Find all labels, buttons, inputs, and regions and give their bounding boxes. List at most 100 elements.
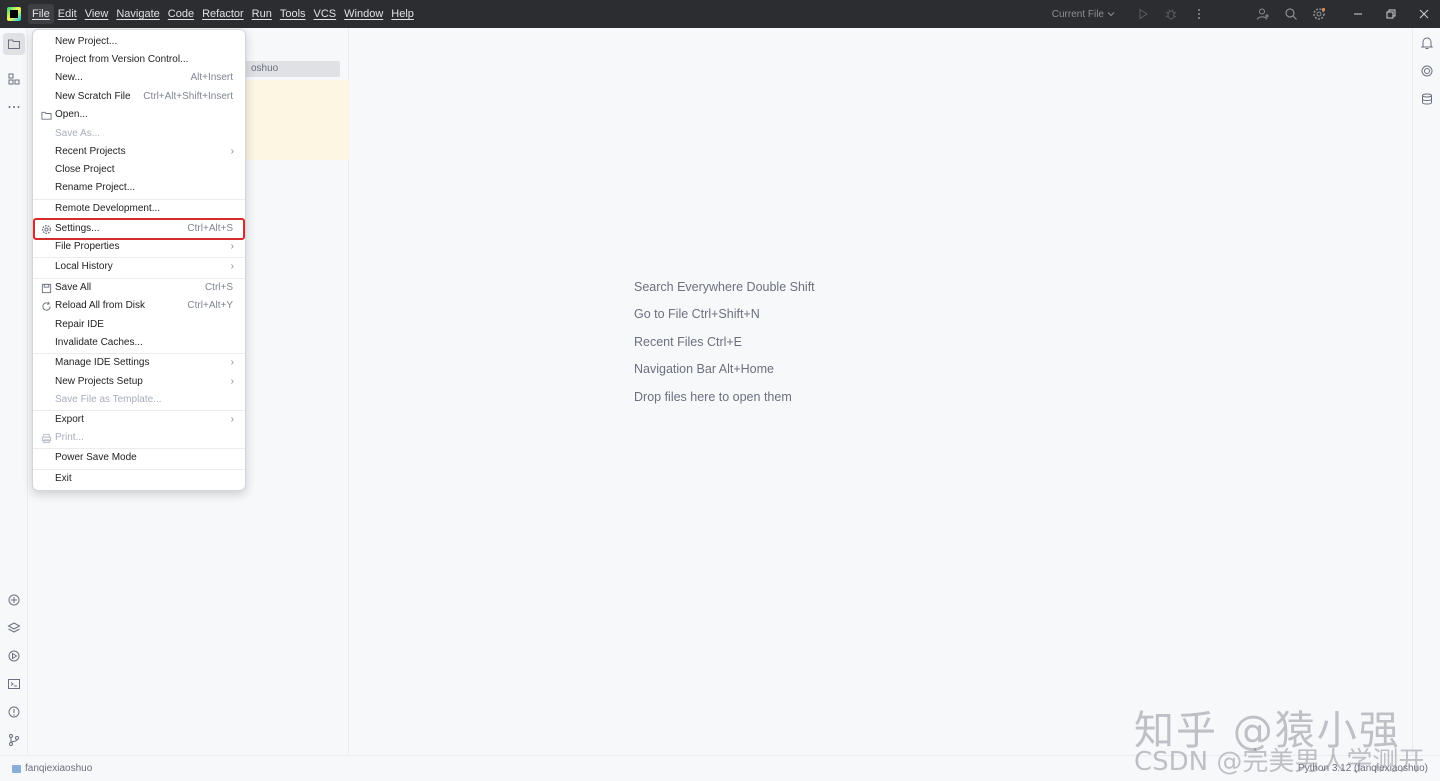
- app-logo[interactable]: [0, 0, 28, 28]
- chevron-right-icon: ›: [230, 414, 234, 425]
- more-actions-button[interactable]: [1185, 0, 1213, 28]
- chevron-right-icon: ›: [230, 146, 234, 157]
- minimize-icon: [1353, 13, 1362, 15]
- problems-tool-button[interactable]: [3, 701, 25, 723]
- project-folder-icon: [12, 764, 21, 773]
- run-configuration-selector[interactable]: Current File: [1052, 9, 1115, 20]
- left-tool-window-bar: [0, 28, 28, 755]
- structure-tool-button[interactable]: [3, 68, 25, 90]
- menu-item-power-save-mode[interactable]: Power Save Mode: [35, 449, 243, 467]
- menu-item-project-from-vcs[interactable]: Project from Version Control...: [35, 51, 243, 69]
- menu-window[interactable]: Window: [340, 4, 387, 24]
- close-window-button[interactable]: [1407, 0, 1440, 28]
- status-project-widget[interactable]: fanqiexiaoshuo: [12, 763, 92, 774]
- chevron-down-icon: [1107, 12, 1115, 17]
- gear-icon: [1313, 7, 1326, 20]
- menu-item-invalidate-caches[interactable]: Invalidate Caches...: [35, 334, 243, 352]
- search-icon: [1285, 8, 1297, 20]
- person-add-icon: [1257, 8, 1269, 20]
- main-menu-bar: File Edit View Navigate Code Refactor Ru…: [28, 0, 418, 28]
- git-tool-button[interactable]: [3, 729, 25, 751]
- menu-item-local-history[interactable]: Local History ›: [35, 258, 243, 276]
- structure-icon: [8, 73, 20, 85]
- warning-circle-icon: [8, 706, 20, 718]
- menu-item-remote-development[interactable]: Remote Development...: [35, 200, 243, 218]
- menu-refactor[interactable]: Refactor: [198, 4, 248, 24]
- layers-icon: [7, 622, 21, 633]
- database-tool-button[interactable]: [1416, 88, 1438, 110]
- debug-button[interactable]: [1157, 0, 1185, 28]
- shortcut-new: Alt+Insert: [190, 72, 233, 83]
- hint-drop-files: Drop files here to open them: [634, 390, 792, 404]
- ai-assistant-button[interactable]: [1416, 60, 1438, 82]
- folder-icon: [8, 39, 20, 49]
- minimize-button[interactable]: [1341, 0, 1374, 28]
- menu-code[interactable]: Code: [164, 4, 198, 24]
- menu-item-settings[interactable]: Settings... Ctrl+Alt+S: [33, 218, 245, 240]
- menu-help[interactable]: Help: [387, 4, 418, 24]
- menu-item-export[interactable]: Export ›: [35, 411, 243, 429]
- python-packages-button[interactable]: [3, 589, 25, 611]
- project-tool-button[interactable]: [3, 33, 25, 55]
- shortcut-settings: Ctrl+Alt+S: [187, 223, 233, 234]
- menu-item-manage-ide-settings[interactable]: Manage IDE Settings ›: [35, 354, 243, 372]
- services-tool-button[interactable]: [3, 645, 25, 667]
- editor-area: Search Everywhere Double Shift Go to Fil…: [350, 28, 1412, 755]
- menu-item-exit[interactable]: Exit: [35, 470, 243, 488]
- chevron-right-icon: ›: [230, 357, 234, 368]
- run-button[interactable]: [1129, 0, 1157, 28]
- right-tool-window-bar: [1412, 28, 1440, 755]
- menu-item-save-as: Save As...: [55, 128, 101, 139]
- run-configuration-label: Current File: [1051, 8, 1104, 20]
- menu-item-open[interactable]: Open...: [35, 106, 243, 124]
- menu-file[interactable]: File: [28, 4, 54, 24]
- menu-item-close-project[interactable]: Close Project: [35, 161, 243, 179]
- python-icon: [8, 594, 20, 606]
- layers-tool-button[interactable]: [3, 617, 25, 639]
- ide-settings-button[interactable]: [1305, 0, 1333, 28]
- hint-navigation-bar: Navigation Bar Alt+Home: [634, 362, 775, 376]
- printer-icon: [40, 432, 52, 444]
- menu-item-new-scratch-file[interactable]: New Scratch File Ctrl+Alt+Shift+Insert: [35, 88, 243, 106]
- menu-item-rename-project[interactable]: Rename Project...: [35, 179, 243, 197]
- notifications-button[interactable]: [1416, 32, 1438, 54]
- menu-item-recent-projects[interactable]: Recent Projects ›: [35, 143, 243, 161]
- terminal-tool-button[interactable]: [3, 673, 25, 695]
- database-icon: [1422, 93, 1432, 105]
- git-branch-icon: [9, 734, 19, 746]
- hint-search-everywhere: Search Everywhere Double Shift: [634, 280, 815, 294]
- menu-item-new-projects-setup[interactable]: New Projects Setup ›: [35, 373, 243, 391]
- close-icon: [1419, 9, 1428, 19]
- run-circle-icon: [8, 650, 20, 662]
- restore-button[interactable]: [1374, 0, 1407, 28]
- menu-item-file-properties[interactable]: File Properties ›: [35, 238, 243, 256]
- play-icon: [1139, 8, 1148, 20]
- code-with-me-button[interactable]: [1249, 0, 1277, 28]
- project-tree-root[interactable]: oshuo: [239, 61, 340, 77]
- more-tool-windows-button[interactable]: [3, 96, 25, 118]
- more-vertical-icon: [1198, 9, 1200, 19]
- menu-vcs[interactable]: VCS: [310, 4, 341, 24]
- watermark-csdn: CSDN @完美男人学测开: [1134, 747, 1425, 777]
- menu-item-new-project[interactable]: New Project...: [35, 33, 243, 51]
- menu-tools[interactable]: Tools: [276, 4, 310, 24]
- refresh-icon: [40, 300, 52, 312]
- menu-item-repair-ide[interactable]: Repair IDE: [35, 316, 243, 334]
- menu-item-new[interactable]: New... Alt+Insert: [35, 69, 243, 87]
- file-menu-popup: New Project... Project from Version Cont…: [32, 29, 246, 491]
- title-bar: File Edit View Navigate Code Refactor Ru…: [0, 0, 1440, 28]
- menu-item-reload-all-from-disk[interactable]: Reload All from Disk Ctrl+Alt+Y: [35, 297, 243, 315]
- menu-edit[interactable]: Edit: [54, 4, 81, 24]
- spiral-icon: [1421, 65, 1433, 77]
- save-icon: [40, 282, 52, 294]
- chevron-right-icon: ›: [230, 376, 234, 387]
- menu-run[interactable]: Run: [248, 4, 276, 24]
- shortcut-save-all: Ctrl+S: [204, 282, 233, 293]
- menu-view[interactable]: View: [81, 4, 113, 24]
- search-everywhere-button[interactable]: [1277, 0, 1305, 28]
- menu-navigate[interactable]: Navigate: [112, 4, 163, 24]
- menu-item-save-all[interactable]: Save All Ctrl+S: [35, 279, 243, 297]
- terminal-icon: [8, 679, 20, 689]
- status-project-name: fanqiexiaoshuo: [25, 763, 93, 774]
- hint-recent-files: Recent Files Ctrl+E: [634, 335, 743, 349]
